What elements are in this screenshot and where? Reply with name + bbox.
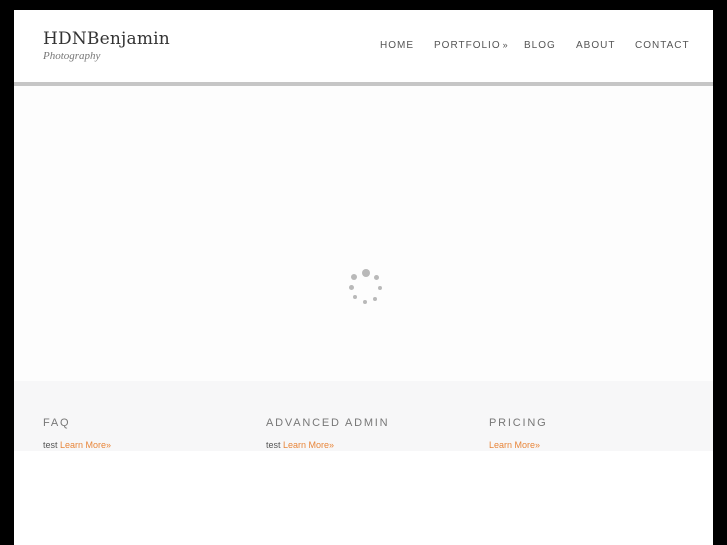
learn-more-link[interactable]: Learn More» [489,440,540,450]
widget-text: test Learn More» [266,440,389,450]
widget-title: FAQ [43,417,71,429]
footer-widgets: FAQ test Learn More» ADVANCED ADMIN test… [14,381,713,451]
spinner-dot [374,275,379,280]
spinner-dot [362,269,370,277]
nav-item-portfolio[interactable]: PORTFOLIO» [434,40,508,51]
chevron-right-icon: » [502,40,508,50]
spinner-dot [353,295,357,299]
widget-body: test [266,440,281,450]
widget-faq: FAQ test Learn More» [43,417,111,450]
learn-more-link[interactable]: Learn More» [60,440,111,450]
spinner-dot [363,300,367,304]
widget-title: PRICING [489,417,548,429]
widget-title: ADVANCED ADMIN [266,417,390,429]
nav-item-home[interactable]: HOME [380,40,414,51]
main-nav: HOME PORTFOLIO» BLOG ABOUT CONTACT [14,40,713,54]
spinner-dot [373,297,377,301]
nav-item-blog[interactable]: BLOG [524,40,556,51]
site-header: HDNBenjamin Photography HOME PORTFOLIO» … [14,10,713,82]
page-bottom [14,451,713,545]
learn-more-link[interactable]: Learn More» [283,440,334,450]
spinner-dot [351,274,357,280]
nav-item-about[interactable]: ABOUT [576,40,615,51]
widget-text: test Learn More» [43,440,111,450]
widget-body: test [43,440,58,450]
spinner-dot [349,285,354,290]
image-slider [14,86,713,381]
widget-pricing: PRICING Learn More» [489,417,547,450]
nav-item-portfolio-label: PORTFOLIO [434,40,501,51]
spinner-dot [378,286,382,290]
loading-spinner-icon [346,269,386,309]
widget-advanced-admin: ADVANCED ADMIN test Learn More» [266,417,389,450]
page: HDNBenjamin Photography HOME PORTFOLIO» … [14,10,713,545]
nav-item-contact[interactable]: CONTACT [635,40,690,51]
widget-text: Learn More» [489,440,547,450]
